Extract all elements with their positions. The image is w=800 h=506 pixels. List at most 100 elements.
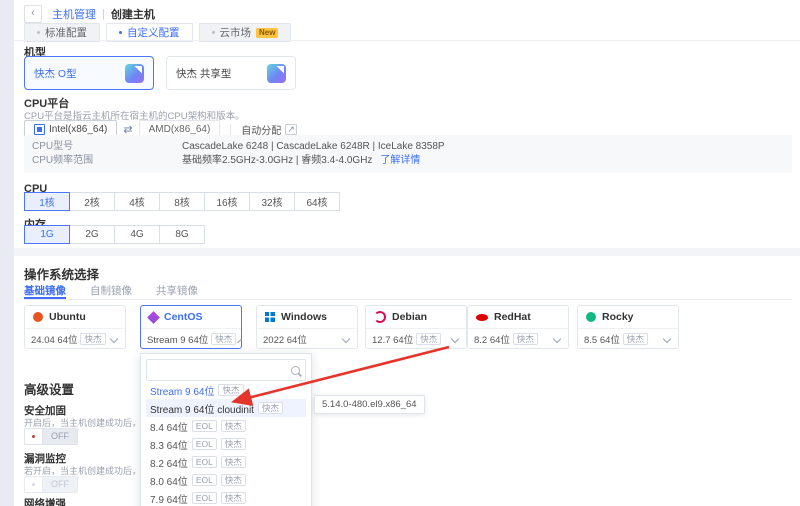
toggle-state: OFF <box>43 429 77 444</box>
vuln-monitor-toggle[interactable]: OFF <box>24 476 78 493</box>
memory-option-4g[interactable]: 4G <box>114 225 160 244</box>
fast-tag: 快杰 <box>623 333 648 345</box>
core-option-1[interactable]: 1核 <box>24 192 70 211</box>
kernel-version-tooltip: 5.14.0-480.el9.x86_64 <box>314 395 425 414</box>
os-card-ubuntu[interactable]: Ubuntu 24.04 64位 快杰 <box>24 305 126 349</box>
os-version-select[interactable]: Stream 9 64位 快杰 <box>141 329 241 349</box>
back-button[interactable]: ‹ <box>24 5 42 23</box>
dropdown-option[interactable]: 8.3 64位 EOL 快杰 <box>146 435 306 453</box>
os-name: Debian <box>392 311 427 323</box>
core-option-32[interactable]: 32核 <box>249 192 295 211</box>
kuaijie-logo-icon <box>267 64 286 83</box>
breadcrumb-parent[interactable]: 主机管理 <box>52 6 96 22</box>
dropdown-option[interactable]: 8.2 64位 EOL 快杰 <box>146 453 306 471</box>
tab-dot-icon <box>37 31 40 34</box>
tab-custom-label: 自定义配置 <box>127 25 180 40</box>
windows-icon <box>265 312 275 322</box>
os-name: RedHat <box>494 311 531 323</box>
dropdown-option-cloudinit[interactable]: Stream 9 64位 cloudinit 快杰 <box>146 399 306 417</box>
core-option-16[interactable]: 16核 <box>204 192 250 211</box>
search-icon <box>291 366 300 375</box>
dropdown-option[interactable]: 7.9 64位 EOL 快杰 <box>146 489 306 506</box>
os-version-select[interactable]: 8.5 64位 快杰 <box>578 329 678 349</box>
fast-tag: 快杰 <box>258 402 283 414</box>
os-name: Ubuntu <box>49 311 86 323</box>
cpu-freq-row: CPU频率范围 基础频率2.5GHz-3.0GHz | 睿频3.4-4.0GHz… <box>24 154 792 168</box>
fast-tag: 快杰 <box>218 384 243 396</box>
os-version: 8.2 64位 <box>474 332 510 346</box>
ubuntu-icon <box>33 312 43 322</box>
security-hardening-toggle[interactable]: OFF <box>24 428 78 445</box>
option-label: 8.2 64位 <box>150 455 188 470</box>
os-card-windows[interactable]: Windows 2022 64位 <box>256 305 358 349</box>
page-title: 创建主机 <box>111 6 155 22</box>
dropdown-option[interactable]: 8.0 64位 EOL 快杰 <box>146 471 306 489</box>
os-card-header: CentOS <box>141 306 241 329</box>
redhat-icon <box>476 314 488 321</box>
chevron-down-icon <box>553 335 561 343</box>
machine-type-kuaijie-o[interactable]: 快杰 O型 <box>24 56 154 90</box>
cpu-model-label: CPU型号 <box>24 140 182 154</box>
core-option-4[interactable]: 4核 <box>114 192 160 211</box>
tab-custom-image[interactable]: 自制镜像 <box>90 283 132 299</box>
memory-options: 1G 2G 4G 8G <box>24 225 204 244</box>
os-card-header: Rocky <box>578 306 678 329</box>
fast-tag: 快杰 <box>80 333 105 345</box>
os-section-title: 操作系统选择 <box>24 264 99 283</box>
os-card-redhat[interactable]: RedHat 8.2 64位 快杰 <box>467 305 569 349</box>
fast-tag: 快杰 <box>221 474 246 486</box>
memory-option-8g[interactable]: 8G <box>159 225 205 244</box>
tab-base-image[interactable]: 基础镜像 <box>24 283 66 299</box>
image-tabs: 基础镜像 自制镜像 共享镜像 <box>24 283 792 300</box>
memory-option-2g[interactable]: 2G <box>69 225 115 244</box>
rocky-icon <box>586 312 596 322</box>
chevron-down-icon <box>451 335 459 343</box>
fast-tag: 快杰 <box>221 438 246 450</box>
cpu-info-box: CPU型号 CascadeLake 6248 | CascadeLake 624… <box>24 135 792 173</box>
chevron-down-icon <box>663 335 671 343</box>
tab-market-label: 云市场 <box>220 25 252 40</box>
chevron-down-icon <box>342 335 350 343</box>
os-card-debian[interactable]: Debian 12.7 64位 快杰 <box>365 305 467 349</box>
machine-type-options: 快杰 O型 快杰 共享型 <box>24 56 296 90</box>
dropdown-option[interactable]: 8.4 64位 EOL 快杰 <box>146 417 306 435</box>
machine-type-kuaijie-shared[interactable]: 快杰 共享型 <box>166 56 296 90</box>
os-name: Windows <box>281 311 327 323</box>
memory-option-1g[interactable]: 1G <box>24 225 70 244</box>
tab-shared-image[interactable]: 共享镜像 <box>156 283 198 299</box>
option-label: 7.9 64位 <box>150 491 188 506</box>
dropdown-option[interactable]: Stream 9 64位 快杰 <box>146 381 306 399</box>
os-card-centos[interactable]: CentOS Stream 9 64位 快杰 <box>140 305 242 349</box>
os-card-header: Windows <box>257 306 357 329</box>
os-card-header: Debian <box>366 306 466 329</box>
core-option-2[interactable]: 2核 <box>69 192 115 211</box>
dropdown-search[interactable] <box>146 359 306 381</box>
option-label: 8.0 64位 <box>150 473 188 488</box>
centos-icon <box>147 311 160 324</box>
os-version-select[interactable]: 12.7 64位 快杰 <box>366 329 466 349</box>
os-version: Stream 9 64位 <box>147 332 208 346</box>
intel-label: Intel(x86_64) <box>49 124 107 135</box>
debian-icon <box>374 311 386 323</box>
option-label: Stream 9 64位 cloudinit <box>150 401 254 416</box>
core-option-8[interactable]: 8核 <box>159 192 205 211</box>
os-version-select[interactable]: 2022 64位 <box>257 329 357 349</box>
toggle-knob <box>25 429 43 444</box>
chevron-down-icon <box>110 335 118 343</box>
os-version-select[interactable]: 8.2 64位 快杰 <box>468 329 568 349</box>
os-version-select[interactable]: 24.04 64位 快杰 <box>25 329 125 349</box>
core-option-64[interactable]: 64核 <box>294 192 340 211</box>
search-input[interactable] <box>152 364 287 377</box>
fast-tag: 快杰 <box>221 420 246 432</box>
option-label: 8.3 64位 <box>150 437 188 452</box>
left-rail <box>0 0 14 506</box>
new-badge: New <box>256 28 278 38</box>
tab-dot-icon <box>212 31 215 34</box>
cpu-model-value: CascadeLake 6248 | CascadeLake 6248R | I… <box>182 140 445 154</box>
fast-tag: 快杰 <box>513 333 538 345</box>
os-card-rocky[interactable]: Rocky 8.5 64位 快杰 <box>577 305 679 349</box>
amd-label: AMD(x86_64) <box>149 124 211 135</box>
os-version: 24.04 64位 <box>31 332 77 346</box>
learn-more-link[interactable]: 了解详情 <box>380 154 420 168</box>
os-version-dropdown: Stream 9 64位 快杰 Stream 9 64位 cloudinit 快… <box>140 353 312 506</box>
